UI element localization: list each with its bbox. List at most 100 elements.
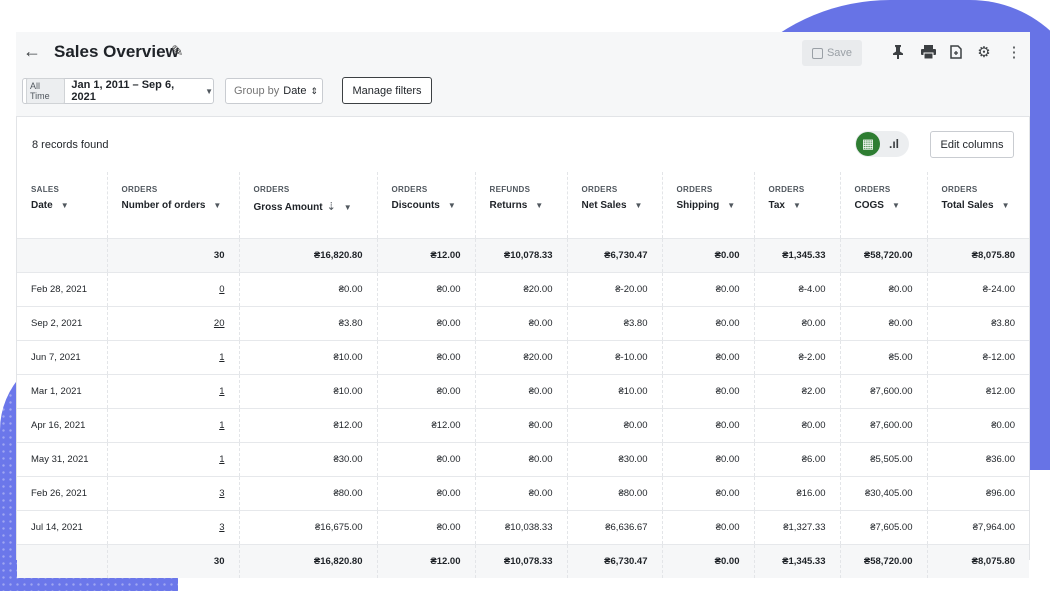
view-toggle: ▦ .ıl [855, 131, 909, 157]
table-cell: ₴16,675.00 [239, 510, 378, 544]
column-group-label: ORDERS [391, 185, 428, 194]
table-cell: ₴7,964.00 [972, 521, 1015, 533]
table-cell: ₴0.00 [475, 408, 568, 442]
caret-down-icon: ▼ [205, 86, 213, 96]
range-value: Jan 1, 2011 – Sep 6, 2021 [71, 79, 175, 103]
table-cell: ₴10.00 [239, 340, 378, 374]
table-cell: ₴0.00 [662, 442, 755, 476]
back-arrow-icon[interactable]: ← [22, 41, 42, 61]
column-label: Total Sales [941, 200, 994, 211]
column-header[interactable]: ORDERS COGS ▼ [840, 172, 928, 238]
pin-icon[interactable] [888, 42, 908, 62]
sort-descending-icon[interactable]: ⇣ [327, 201, 336, 213]
gear-icon[interactable]: ⚙ [974, 42, 994, 62]
table-cell: ₴16,820.80 [239, 544, 378, 578]
table-cell: ₴0.00 [662, 544, 755, 578]
orders-count-link[interactable]: 1 [219, 420, 224, 431]
column-group-label: SALES [31, 185, 60, 194]
column-header[interactable]: ORDERS Number of orders ▼ [107, 172, 240, 238]
table-row: Mar 1, 2021 1 ₴10.00 ₴0.00 ₴0.00 ₴10.00 ₴0.00 ₴… [17, 374, 1029, 408]
table-cell: ₴0.00 [475, 442, 568, 476]
table-cell: ₴1,327.33 [754, 510, 841, 544]
table-cell: ₴10.00 [239, 374, 378, 408]
pencil-icon[interactable]: ✎ [171, 42, 184, 60]
date-range-filter[interactable]: All Time Jan 1, 2011 – Sep 6, 2021 ▼ [22, 78, 214, 104]
table-cell: ₴12.00 [377, 544, 476, 578]
orders-count-link[interactable]: 3 [219, 488, 224, 499]
column-header[interactable]: SALES Date ▼ [17, 172, 108, 238]
table-row: Apr 16, 2021 1 ₴12.00 ₴12.00 ₴0.00 ₴0.00 ₴0.00… [17, 408, 1029, 442]
column-label: Net Sales [581, 200, 627, 211]
caret-down-icon[interactable]: ▼ [1002, 201, 1010, 210]
column-label: Date [31, 200, 53, 211]
table-cell: ₴8,075.80 [927, 544, 1029, 578]
table-cell: ₴0.00 [662, 510, 755, 544]
orders-count-link[interactable]: 1 [219, 352, 224, 363]
column-header[interactable]: ORDERS Total Sales ▼ [927, 172, 1029, 238]
table-cell: ₴6,730.47 [567, 544, 663, 578]
table-row: May 31, 2021 1 ₴30.00 ₴0.00 ₴0.00 ₴30.00 ₴0.00… [17, 442, 1029, 476]
column-group-label: ORDERS [941, 185, 978, 194]
table-row: Feb 26, 2021 3 ₴80.00 ₴0.00 ₴0.00 ₴80.00 ₴0.00… [17, 476, 1029, 510]
column-header[interactable]: ORDERS Tax ▼ [754, 172, 841, 238]
table-cell: ₴12.00 [377, 238, 476, 272]
caret-down-icon[interactable]: ▼ [213, 201, 221, 210]
table-cell: ₴0.00 [991, 419, 1015, 431]
table-cell: ₴-4.00 [754, 272, 841, 306]
group-by-select[interactable]: Group by Date ⇕ [225, 78, 323, 104]
caret-down-icon[interactable]: ▼ [61, 201, 69, 210]
groupby-value: Date [283, 85, 307, 97]
caret-down-icon[interactable]: ▼ [793, 201, 801, 210]
caret-down-icon[interactable]: ▼ [635, 201, 643, 210]
table-cell: 1 [107, 408, 240, 442]
column-header[interactable]: ORDERS Gross Amount ⇣ ▼ [239, 172, 378, 238]
column-header[interactable]: ORDERS Shipping ▼ [662, 172, 755, 238]
column-group-label: ORDERS [854, 185, 891, 194]
table-cell: ₴0.00 [840, 306, 928, 340]
table-cell: Feb 26, 2021 [17, 476, 108, 510]
table-row: Jul 14, 2021 3 ₴16,675.00 ₴0.00 ₴10,038.33 ₴6… [17, 510, 1029, 544]
table-cell: ₴6,636.67 [567, 510, 663, 544]
table-cell: ₴10.00 [567, 374, 663, 408]
caret-down-icon[interactable]: ▼ [535, 201, 543, 210]
table-cell: ₴0.00 [754, 306, 841, 340]
manage-filters-button[interactable]: Manage filters [342, 77, 432, 104]
column-header[interactable]: ORDERS Net Sales ▼ [567, 172, 663, 238]
caret-down-icon[interactable]: ▼ [892, 201, 900, 210]
caret-down-icon[interactable]: ▼ [448, 201, 456, 210]
orders-count-link[interactable]: 1 [219, 386, 224, 397]
edit-columns-button[interactable]: Edit columns [930, 131, 1014, 158]
column-group-label: ORDERS [581, 185, 618, 194]
more-vertical-icon[interactable]: ⋮ [1004, 42, 1024, 62]
table-cell: ₴10,078.33 [475, 238, 568, 272]
caret-down-icon[interactable]: ▼ [727, 201, 735, 210]
table-cell: ₴6,730.47 [567, 238, 663, 272]
column-label: COGS [854, 200, 884, 211]
table-cell: ₴96.00 [985, 487, 1015, 499]
orders-count-link[interactable]: 1 [219, 454, 224, 465]
table-cell: ₴10,038.33 [475, 510, 568, 544]
table-cell: ₴0.00 [377, 374, 476, 408]
column-header[interactable]: REFUNDS Returns ▼ [475, 172, 568, 238]
caret-down-icon[interactable]: ▼ [344, 203, 352, 212]
table-cell [17, 238, 108, 272]
table-cell: Feb 28, 2021 [17, 272, 108, 306]
floppy-disk-icon [811, 47, 823, 59]
table-cell: ₴0.00 [239, 272, 378, 306]
chart-view-icon[interactable]: .ıl [885, 135, 903, 153]
orders-count-link[interactable]: 3 [219, 522, 224, 533]
total-row: 30 ₴16,820.80 ₴12.00 ₴10,078.33 ₴6,730.47 ₴0.… [17, 544, 1029, 578]
save-button[interactable]: Save [802, 40, 862, 66]
table-cell: ₴0.00 [662, 374, 755, 408]
export-icon[interactable] [946, 42, 966, 62]
print-icon[interactable] [918, 42, 938, 62]
column-group-label: ORDERS [676, 185, 713, 194]
table-view-icon[interactable]: ▦ [856, 132, 880, 156]
table-cell: ₴0.00 [475, 476, 568, 510]
orders-count-link[interactable]: 20 [214, 318, 225, 329]
column-header[interactable]: ORDERS Discounts ▼ [377, 172, 476, 238]
table-cell: ₴0.00 [377, 442, 476, 476]
table-cell: ₴7,600.00 [840, 408, 928, 442]
table-cell: ₴30,405.00 [840, 476, 928, 510]
orders-count-link[interactable]: 0 [219, 284, 224, 295]
